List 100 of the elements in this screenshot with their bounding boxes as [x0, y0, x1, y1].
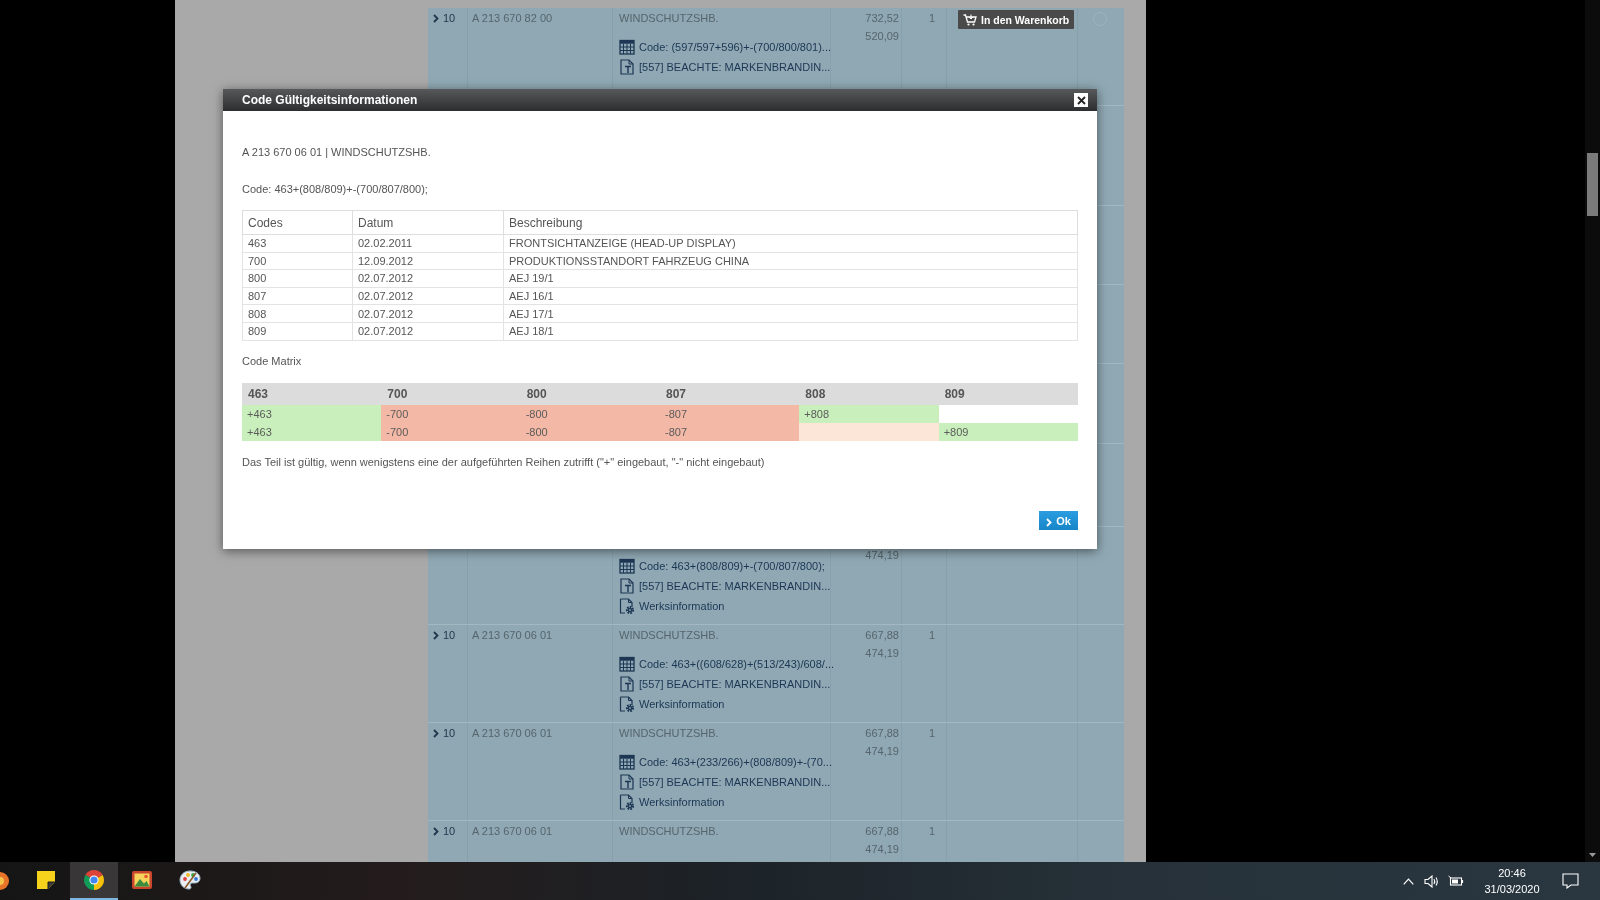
matrix-header-cell: 463 — [242, 382, 382, 405]
price-text: 667,88 — [865, 825, 899, 837]
matrix-title: Code Matrix — [242, 353, 302, 368]
taskbar-app-button[interactable] — [70, 862, 118, 900]
price-text: 474,19 — [865, 549, 899, 561]
calendar-icon — [619, 754, 635, 770]
table-cell: 02.02.2011 — [352, 234, 504, 253]
note-link[interactable]: [557] BEACHTE: MARKENBRANDIN... — [639, 775, 831, 789]
calendar-icon — [619, 39, 635, 55]
code-link[interactable]: Code: 463+(808/809)+-(700/807/800); — [639, 559, 825, 573]
cart-icon — [963, 13, 977, 26]
table-cell: 12.09.2012 — [352, 252, 504, 270]
part-description: WINDSCHUTZSHB. — [619, 825, 719, 837]
document-icon — [619, 774, 635, 790]
dialog-title: Code Gültigkeitsinformationen — [242, 93, 418, 107]
document-gear-icon — [619, 696, 635, 712]
clock[interactable]: 20:46 31/03/2020 — [1480, 865, 1544, 897]
table-cell: 800 — [242, 269, 353, 288]
position-number: 10 — [443, 628, 456, 642]
expand-icon — [433, 827, 439, 836]
calendar-icon — [619, 558, 635, 574]
matrix-header-cell: 809 — [938, 382, 1078, 405]
part-info-text: A 213 670 06 01 | WINDSCHUTZSHB. — [242, 145, 431, 159]
part-description: WINDSCHUTZSHB. — [619, 727, 719, 739]
matrix-header-cell: 700 — [381, 382, 521, 405]
table-cell: 809 — [242, 322, 353, 341]
photo-app-icon — [132, 871, 152, 889]
table-cell: 808 — [242, 304, 353, 323]
table-cell: 02.07.2012 — [352, 322, 504, 341]
palette-icon — [179, 870, 201, 890]
column-header: Beschreibung — [503, 210, 1078, 235]
close-button[interactable] — [1074, 93, 1088, 107]
expand-icon — [433, 631, 439, 640]
code-link[interactable]: Code: 463+(233/266)+(808/809)+-(70... — [639, 755, 832, 769]
part-number: A 213 670 06 01 — [472, 726, 554, 740]
part-number: A 213 670 06 01 — [472, 628, 554, 642]
table-cell: AEJ 19/1 — [503, 269, 1078, 288]
info-link[interactable]: Werksinformation — [639, 697, 725, 711]
document-icon — [619, 676, 635, 692]
arrow-down-icon[interactable] — [1589, 853, 1596, 857]
calendar-icon — [619, 656, 635, 672]
scrollbar-thumb[interactable] — [1587, 153, 1598, 216]
scrollbar[interactable] — [1585, 0, 1600, 862]
table-cell: AEJ 18/1 — [503, 322, 1078, 341]
quantity-text: 1 — [929, 726, 937, 740]
code-link[interactable]: Code: (597/597+596)+-(700/800/801)... — [639, 40, 832, 54]
matrix-header-cell: 807 — [660, 382, 800, 405]
table-cell: AEJ 17/1 — [503, 304, 1078, 323]
column-header: Codes — [242, 210, 353, 235]
price-text: 520,09 — [865, 30, 899, 42]
part-description: WINDSCHUTZSHB. — [619, 629, 719, 641]
document-gear-icon — [619, 598, 635, 614]
expand-icon — [433, 14, 439, 23]
code-link[interactable]: Code: 463+((608/628)+(513/243)/608/... — [639, 657, 835, 671]
table-cell: 02.07.2012 — [352, 269, 504, 288]
column-header: Datum — [352, 210, 504, 235]
clock-date: 31/03/2020 — [1484, 882, 1540, 897]
table-cell: PRODUKTIONSSTANDORT FAHRZEUG CHINA — [503, 252, 1078, 270]
part-number: A 213 670 82 00 — [472, 11, 554, 25]
browser-icon — [84, 870, 104, 890]
price-text: 667,88 — [865, 629, 899, 641]
table-cell: 807 — [242, 287, 353, 305]
ok-button[interactable]: Ok — [1039, 511, 1078, 530]
price-text: 474,19 — [865, 647, 899, 659]
position-number: 10 — [443, 824, 456, 838]
table-cell: FRONTSICHTANZEIGE (HEAD-UP DISPLAY) — [503, 234, 1078, 253]
chevron-icon — [1046, 517, 1053, 527]
validity-note: Das Teil ist gültig, wenn wenigstens eine der aufgeführten Reihen zutrifft ("+" eingebaut, "-" nicht eingebaut) — [242, 454, 765, 469]
position-number: 10 — [443, 11, 456, 25]
document-icon — [619, 578, 635, 594]
position-number: 10 — [443, 726, 456, 740]
table-cell: 700 — [242, 252, 353, 270]
note-link[interactable]: [557] BEACHTE: MARKENBRANDIN... — [639, 579, 831, 593]
close-icon — [1076, 95, 1086, 105]
note-link[interactable]: [557] BEACHTE: MARKENBRANDIN... — [639, 677, 831, 691]
quantity-text: 1 — [929, 11, 937, 25]
price-text: 474,19 — [865, 843, 899, 855]
table-cell: AEJ 16/1 — [503, 287, 1078, 305]
code-text: Code: 463+(808/809)+-(700/807/800); — [242, 182, 428, 196]
price-text: 732,52 — [865, 12, 899, 24]
part-number: A 213 670 06 01 — [472, 824, 554, 838]
table-cell: 02.07.2012 — [352, 287, 504, 305]
table-cell: 02.07.2012 — [352, 304, 504, 323]
clock-time: 20:46 — [1498, 866, 1526, 881]
part-description: WINDSCHUTZSHB. — [619, 12, 719, 24]
info-link[interactable]: Werksinformation — [639, 795, 725, 809]
note-link[interactable]: [557] BEACHTE: MARKENBRANDIN... — [639, 60, 831, 74]
sticky-note-icon — [37, 871, 55, 889]
price-text: 667,88 — [865, 727, 899, 739]
price-text: 474,19 — [865, 745, 899, 757]
info-link[interactable]: Werksinformation — [639, 599, 725, 613]
table-cell: 463 — [242, 234, 353, 253]
matrix-header-cell: 808 — [799, 382, 939, 405]
quantity-text: 1 — [929, 628, 937, 642]
quantity-text: 1 — [929, 824, 937, 838]
document-icon — [619, 59, 635, 75]
document-gear-icon — [619, 794, 635, 810]
expand-icon — [433, 729, 439, 738]
add-to-cart-button[interactable]: In den Warenkorb — [958, 10, 1075, 29]
matrix-header-cell: 800 — [520, 382, 660, 405]
